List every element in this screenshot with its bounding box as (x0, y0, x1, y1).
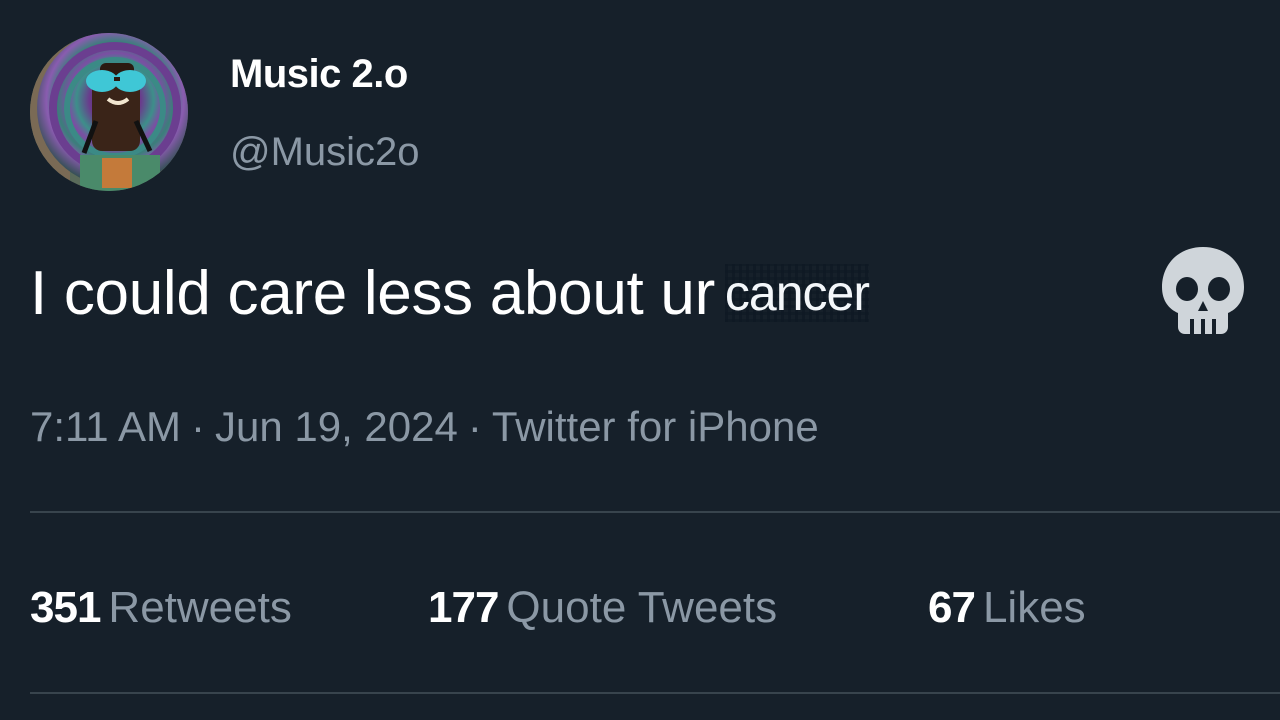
divider (30, 511, 1280, 513)
retweets-stat[interactable]: 351 Retweets (30, 583, 292, 633)
likes-count: 67 (928, 583, 976, 632)
profile-avatar[interactable] (30, 33, 188, 191)
meta-separator: · (467, 403, 482, 450)
tweet-time[interactable]: 7:11 AM (30, 403, 181, 450)
avatar-image (30, 33, 188, 191)
divider (30, 692, 1280, 694)
censored-word: cancer (724, 264, 870, 322)
likes-stat[interactable]: 67 Likes (928, 583, 1086, 633)
tweet-meta: 7:11 AM · Jun 19, 2024 · Twitter for iPhone (30, 403, 819, 451)
quote-tweets-count: 177 (428, 583, 499, 632)
quote-tweets-stat[interactable]: 177 Quote Tweets (428, 583, 777, 633)
tweet-text: I could care less about ur cancer (30, 258, 870, 329)
tweet-source[interactable]: Twitter for iPhone (492, 403, 819, 450)
tweet-date[interactable]: Jun 19, 2024 (215, 403, 458, 450)
likes-label: Likes (982, 583, 1086, 632)
retweets-count: 351 (30, 583, 101, 632)
tweet-text-content: I could care less about ur (30, 259, 715, 328)
skull-icon (1158, 243, 1248, 338)
retweets-label: Retweets (108, 583, 292, 632)
user-handle[interactable]: @Music2o (230, 130, 420, 175)
tweet-detail: Music 2.o @Music2o I could care less abo… (0, 0, 1280, 720)
meta-separator: · (190, 403, 205, 450)
quote-tweets-label: Quote Tweets (506, 583, 778, 632)
display-name[interactable]: Music 2.o (230, 52, 408, 97)
